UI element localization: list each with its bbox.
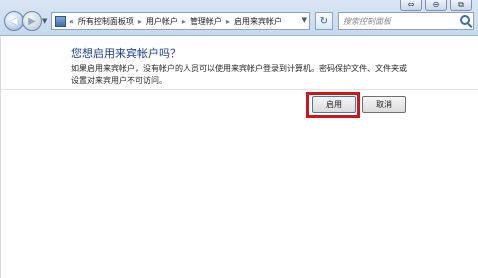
search-icon[interactable] — [460, 15, 470, 25]
breadcrumb-overflow[interactable]: « — [69, 17, 74, 26]
page-title: 您想启用来宾帐户吗？ — [71, 47, 181, 60]
address-bar[interactable]: « 所有控制面板项 ▸ 用户帐户 ▸ 管理帐户 ▸ 启用来宾帐户 ▼ — [51, 12, 310, 30]
maximize-button[interactable]: ⧉ — [450, 0, 472, 11]
search-box[interactable]: 搜索控制面板 — [338, 12, 474, 30]
breadcrumb-separator[interactable]: ▸ — [226, 17, 230, 26]
refresh-button[interactable]: ↻ — [315, 12, 333, 30]
recent-pages-dropdown[interactable]: ▼ — [42, 17, 47, 25]
enable-button[interactable]: 启用 — [312, 96, 356, 113]
control-panel-icon — [55, 15, 66, 27]
search-placeholder: 搜索控制面板 — [343, 16, 391, 26]
breadcrumb-manage-accounts[interactable]: 管理帐户 — [190, 16, 222, 27]
breadcrumb-separator[interactable]: ▸ — [138, 17, 142, 26]
resize-button[interactable]: ⇔ — [400, 0, 422, 11]
forward-arrow-icon: ▶ — [28, 15, 36, 27]
back-arrow-icon: ◀ — [10, 15, 18, 27]
minimize-button[interactable]: ⊖ — [425, 0, 447, 11]
forward-button[interactable]: ▶ — [22, 11, 42, 31]
page-description: 如果启用来宾帐户，没有帐户的人员可以使用来宾帐户登录到计算机。密码保护文件、文件… — [71, 64, 407, 85]
main-content: 您想启用来宾帐户吗？ 如果启用来宾帐户，没有帐户的人员可以使用来宾帐户登录到计算… — [0, 37, 478, 278]
breadcrumb-separator[interactable]: ▸ — [182, 17, 186, 26]
window-toolbar: ⇔ ⊖ ⧉ ◀ ▶ ▼ « 所有控制面板项 ▸ 用户帐户 ▸ 管理帐户 ▸ 启用… — [0, 0, 478, 36]
breadcrumb-user-accounts[interactable]: 用户帐户 — [146, 16, 178, 27]
cancel-button[interactable]: 取消 — [362, 96, 406, 113]
address-dropdown-icon[interactable]: ▼ — [302, 16, 307, 24]
breadcrumb-enable-guest-account[interactable]: 启用来宾帐户 — [234, 16, 282, 27]
breadcrumb-all-control-panel-items[interactable]: 所有控制面板项 — [78, 16, 134, 27]
window-controls: ⇔ ⊖ ⧉ — [400, 0, 472, 11]
back-button[interactable]: ◀ — [4, 11, 24, 31]
refresh-icon: ↻ — [319, 15, 329, 27]
divider — [1, 89, 478, 90]
